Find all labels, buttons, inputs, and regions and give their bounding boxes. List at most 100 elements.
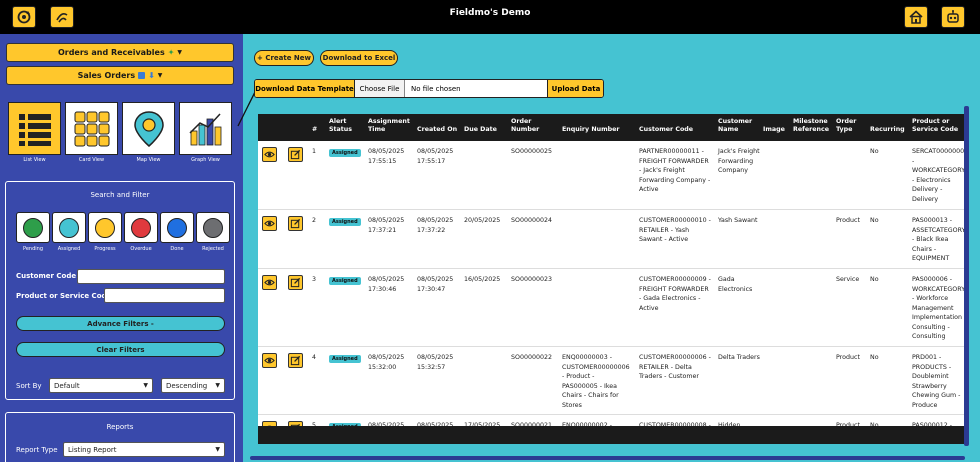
col-header: Recurring — [870, 126, 905, 133]
download-excel-button[interactable]: Download to Excel — [320, 50, 398, 66]
table-row[interactable]: Assigned 2 08/05/2025 17:37:21 08/05/2025 1… — [258, 210, 964, 269]
list-view-label: List View — [23, 157, 46, 163]
cell-cust-name: Delta Traders — [718, 354, 760, 361]
cell-num: 3 — [312, 276, 317, 283]
fieldmo-logo-icon — [56, 13, 68, 23]
customer-code-label: Customer Code — [16, 272, 77, 280]
horizontal-scrollbar[interactable] — [250, 456, 965, 460]
view-record-button[interactable] — [262, 353, 277, 368]
module-dropdown-label: Orders and Receivables — [57, 48, 165, 57]
cell-cust-name: Yash Sawant — [718, 217, 758, 224]
map-view-button[interactable] — [122, 102, 175, 155]
submodule-dropdown-label: Sales Orders — [77, 71, 136, 80]
chevron-down-icon: ▼ — [215, 446, 220, 453]
cell-order-type: Service — [836, 276, 860, 283]
cell-due: 20/05/2025 — [464, 217, 501, 224]
cell-created: 08/05/2025 15:32:57 — [417, 354, 454, 371]
sparkle-icon: ✦ — [167, 48, 175, 57]
orders-table: # Alert Status Assignment Time Created O… — [258, 114, 964, 444]
cell-num: 2 — [312, 217, 317, 224]
assistant-button[interactable] — [941, 6, 965, 28]
sort-by-select[interactable]: Default ▼ — [49, 378, 153, 393]
view-record-button[interactable] — [262, 216, 277, 231]
graph-view-button[interactable] — [179, 102, 232, 155]
card-view-button[interactable] — [65, 102, 118, 155]
customer-code-input[interactable] — [77, 269, 225, 284]
card-view-icon — [74, 111, 109, 146]
choose-file-button[interactable]: Choose File — [355, 80, 405, 97]
col-header: Order Type — [836, 118, 857, 133]
cell-created: 08/05/2025 17:55:17 — [417, 148, 454, 165]
sort-by-label: Sort By — [16, 382, 42, 390]
report-type-label: Report Type — [16, 446, 58, 454]
list-view-button[interactable] — [8, 102, 61, 155]
status-label-done: Done — [170, 246, 184, 252]
progress-status-dot — [95, 217, 115, 238]
download-template-button[interactable]: Download Data Template — [255, 80, 355, 97]
cell-order-type: Product — [836, 217, 860, 224]
search-filter-panel: Search and Filter Pending Assigned Progr… — [5, 181, 235, 400]
product-code-label: Product or Service Code — [16, 292, 112, 300]
col-header: Alert Status — [329, 118, 353, 133]
edit-record-button[interactable] — [288, 353, 303, 368]
data-upload-bar: Download Data Template Choose File No fi… — [254, 79, 604, 98]
status-filter-progress[interactable] — [88, 212, 122, 243]
product-code-input[interactable] — [104, 288, 225, 303]
card-view-label: Card View — [78, 157, 105, 163]
graph-view-label: Graph View — [191, 157, 220, 163]
upload-data-button[interactable]: Upload Data — [547, 80, 603, 97]
status-label-pending: Pending — [23, 246, 43, 252]
table-row[interactable]: Assigned 3 08/05/2025 17:30:46 08/05/2025 1… — [258, 269, 964, 347]
reports-title: Reports — [106, 423, 134, 431]
advanced-filters-button[interactable]: Advance Filters - — [16, 316, 225, 331]
sidebar: Orders and Receivables ✦ ▼ Sales Orders … — [0, 34, 243, 462]
clear-filters-button[interactable]: Clear Filters — [16, 342, 225, 357]
table-row[interactable]: Assigned 4 08/05/2025 15:32:00 08/05/2025 1… — [258, 347, 964, 415]
status-filter-rejected[interactable] — [196, 212, 230, 243]
cell-recurring: No — [870, 217, 879, 224]
edit-icon — [290, 149, 301, 160]
col-header: # — [312, 126, 318, 133]
view-record-button[interactable] — [262, 275, 277, 290]
home-button[interactable] — [904, 6, 928, 28]
done-status-dot — [167, 217, 187, 238]
cell-created: 08/05/2025 17:37:22 — [417, 217, 454, 234]
col-header: Customer Name — [718, 118, 753, 133]
refresh-button[interactable] — [12, 6, 36, 28]
eye-icon — [264, 279, 275, 286]
vertical-scrollbar[interactable] — [964, 106, 969, 446]
top-bar: Fieldmo's Demo — [0, 0, 980, 34]
cell-product: PAS000013 - ASSETCATEGORY - Black Ikea C… — [912, 217, 964, 262]
status-label-progress: Progress — [94, 246, 116, 252]
submodule-dropdown[interactable]: Sales Orders ⬇ ▼ — [6, 66, 234, 85]
report-type-value: Listing Report — [68, 445, 117, 454]
module-dropdown[interactable]: Orders and Receivables ✦ ▼ — [6, 43, 234, 62]
report-type-select[interactable]: Listing Report ▼ — [63, 442, 225, 457]
overdue-status-dot — [131, 217, 151, 238]
cell-cust-name: Jack's Freight Forwarding Company — [718, 148, 760, 174]
fieldmo-logo-button[interactable] — [50, 6, 74, 28]
eye-icon — [264, 357, 275, 364]
create-new-button[interactable]: + Create New — [254, 50, 314, 66]
cell-order-type: Product — [836, 354, 860, 361]
edit-record-button[interactable] — [288, 147, 303, 162]
view-record-button[interactable] — [262, 147, 277, 162]
cell-assign: 08/05/2025 17:30:46 — [368, 276, 405, 293]
col-header: Due Date — [464, 126, 497, 133]
sort-order-select[interactable]: Descending ▼ — [161, 378, 225, 393]
status-filter-assigned[interactable] — [52, 212, 86, 243]
status-badge: Assigned — [329, 355, 361, 363]
reports-panel: Reports Report Type Listing Report ▼ — [5, 412, 235, 462]
edit-record-button[interactable] — [288, 275, 303, 290]
table-row[interactable]: Assigned 1 08/05/2025 17:55:15 08/05/2025 1… — [258, 141, 964, 210]
col-header: Product or Service Code — [912, 118, 959, 133]
map-pin-icon — [133, 110, 164, 147]
cell-product: SERCAT0000000 - WORKCATEGORY - Electroni… — [912, 148, 964, 203]
status-filter-pending[interactable] — [16, 212, 50, 243]
edit-record-button[interactable] — [288, 216, 303, 231]
col-header: Created On — [417, 126, 458, 133]
status-filter-done[interactable] — [160, 212, 194, 243]
cell-cust-code: CUSTOMER00000006 - RETAILER - Delta Trad… — [639, 354, 711, 380]
col-header: Image — [763, 126, 785, 133]
status-filter-overdue[interactable] — [124, 212, 158, 243]
